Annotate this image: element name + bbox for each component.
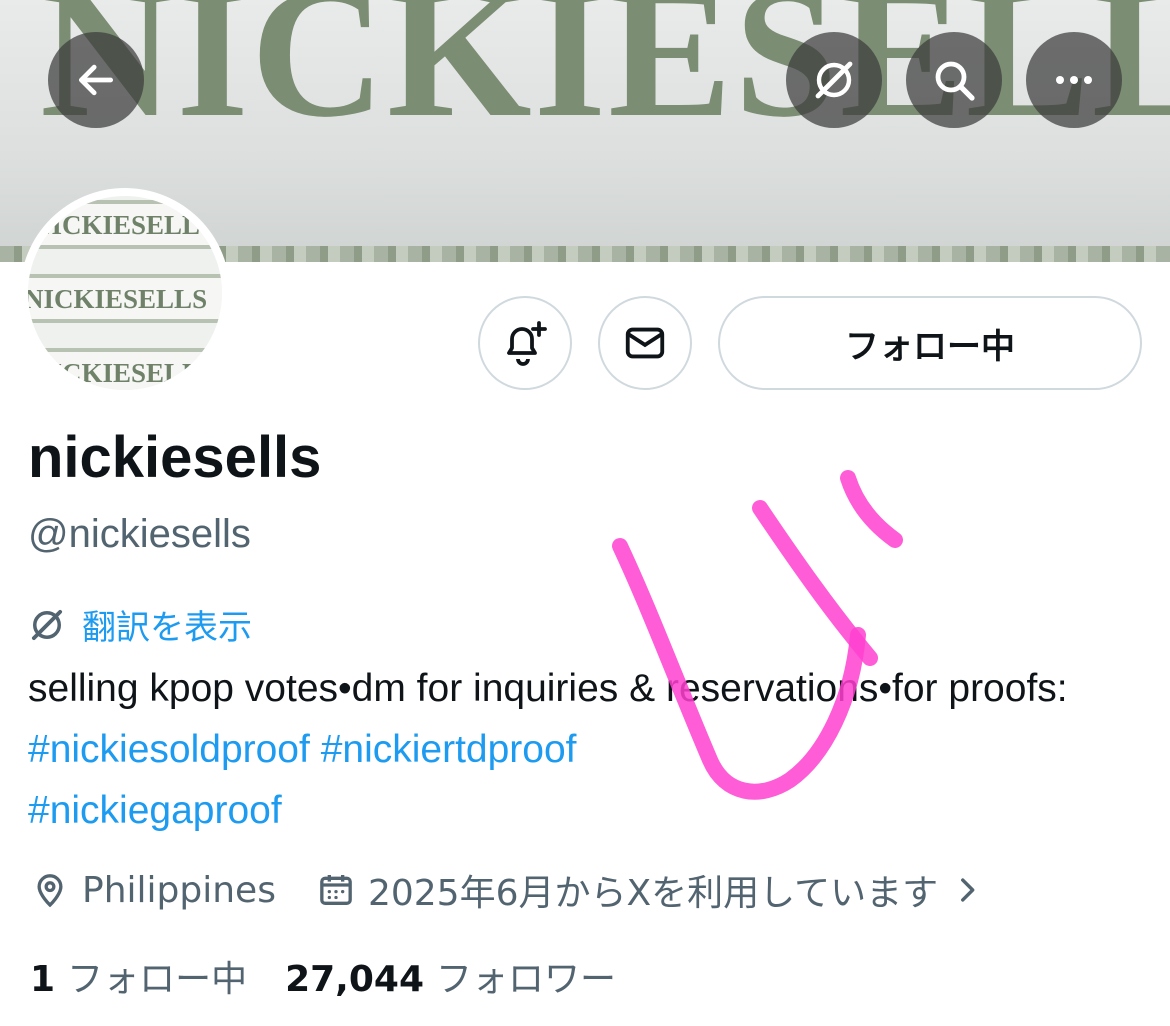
joined-item[interactable]: 2025年6月からXを利用しています (316, 864, 984, 916)
following-count[interactable]: 1 (30, 959, 55, 1000)
bio: selling kpop votes•dm for inquiries & re… (28, 658, 1148, 841)
hashtag-link[interactable]: #nickiertdproof (321, 728, 577, 771)
location-item: Philippines (30, 870, 276, 911)
avatar-logo-text: NICKIESELLS (28, 348, 222, 390)
hashtag-link[interactable]: #nickiesoldproof (28, 728, 310, 771)
envelope-icon (625, 327, 665, 359)
location-text: Philippines (82, 869, 276, 911)
translate-toggle-button[interactable] (786, 32, 882, 128)
hashtag-link[interactable]: #nickiegaproof (28, 789, 282, 832)
more-button[interactable] (1026, 32, 1122, 128)
message-button[interactable] (598, 296, 692, 390)
followers-label[interactable]: フォロワー (436, 950, 616, 1002)
search-icon (935, 61, 975, 101)
avatar-image: NICKIESELLS NICKIESELLS NICKIESELLS (28, 196, 222, 390)
chevron-right-icon (961, 878, 975, 902)
following-button[interactable]: フォロー中 (718, 296, 1142, 390)
follow-counts: 1 フォロー中 27,044 フォロワー (30, 950, 654, 1002)
display-name: nickiesells (28, 425, 322, 490)
user-handle: @nickiesells (28, 512, 251, 556)
search-button[interactable] (906, 32, 1002, 128)
following-label[interactable]: フォロー中 (67, 950, 247, 1002)
notifications-button[interactable] (478, 296, 572, 390)
arrow-left-icon (78, 64, 114, 96)
profile-meta: Philippines 2025年6月からXを利用しています (30, 864, 1024, 916)
more-icon (1056, 76, 1092, 84)
translate-link[interactable]: 翻訳を表示 (26, 600, 252, 649)
translate-label: 翻訳を表示 (82, 608, 252, 648)
bio-text: selling kpop votes•dm for inquiries & re… (28, 667, 1068, 710)
joined-text: 2025年6月からXを利用しています (367, 873, 939, 914)
avatar-logo-text: NICKIESELLS (28, 274, 222, 323)
calendar-icon (320, 875, 352, 905)
translate-off-icon (31, 609, 63, 640)
location-pin-icon (37, 874, 63, 908)
translate-off-icon (815, 61, 853, 99)
bell-plus-icon (507, 321, 547, 366)
avatar-logo-text: NICKIESELLS (28, 200, 222, 249)
avatar[interactable]: NICKIESELLS NICKIESELLS NICKIESELLS (20, 188, 230, 398)
back-button[interactable] (48, 32, 144, 128)
followers-count[interactable]: 27,044 (285, 959, 424, 1000)
